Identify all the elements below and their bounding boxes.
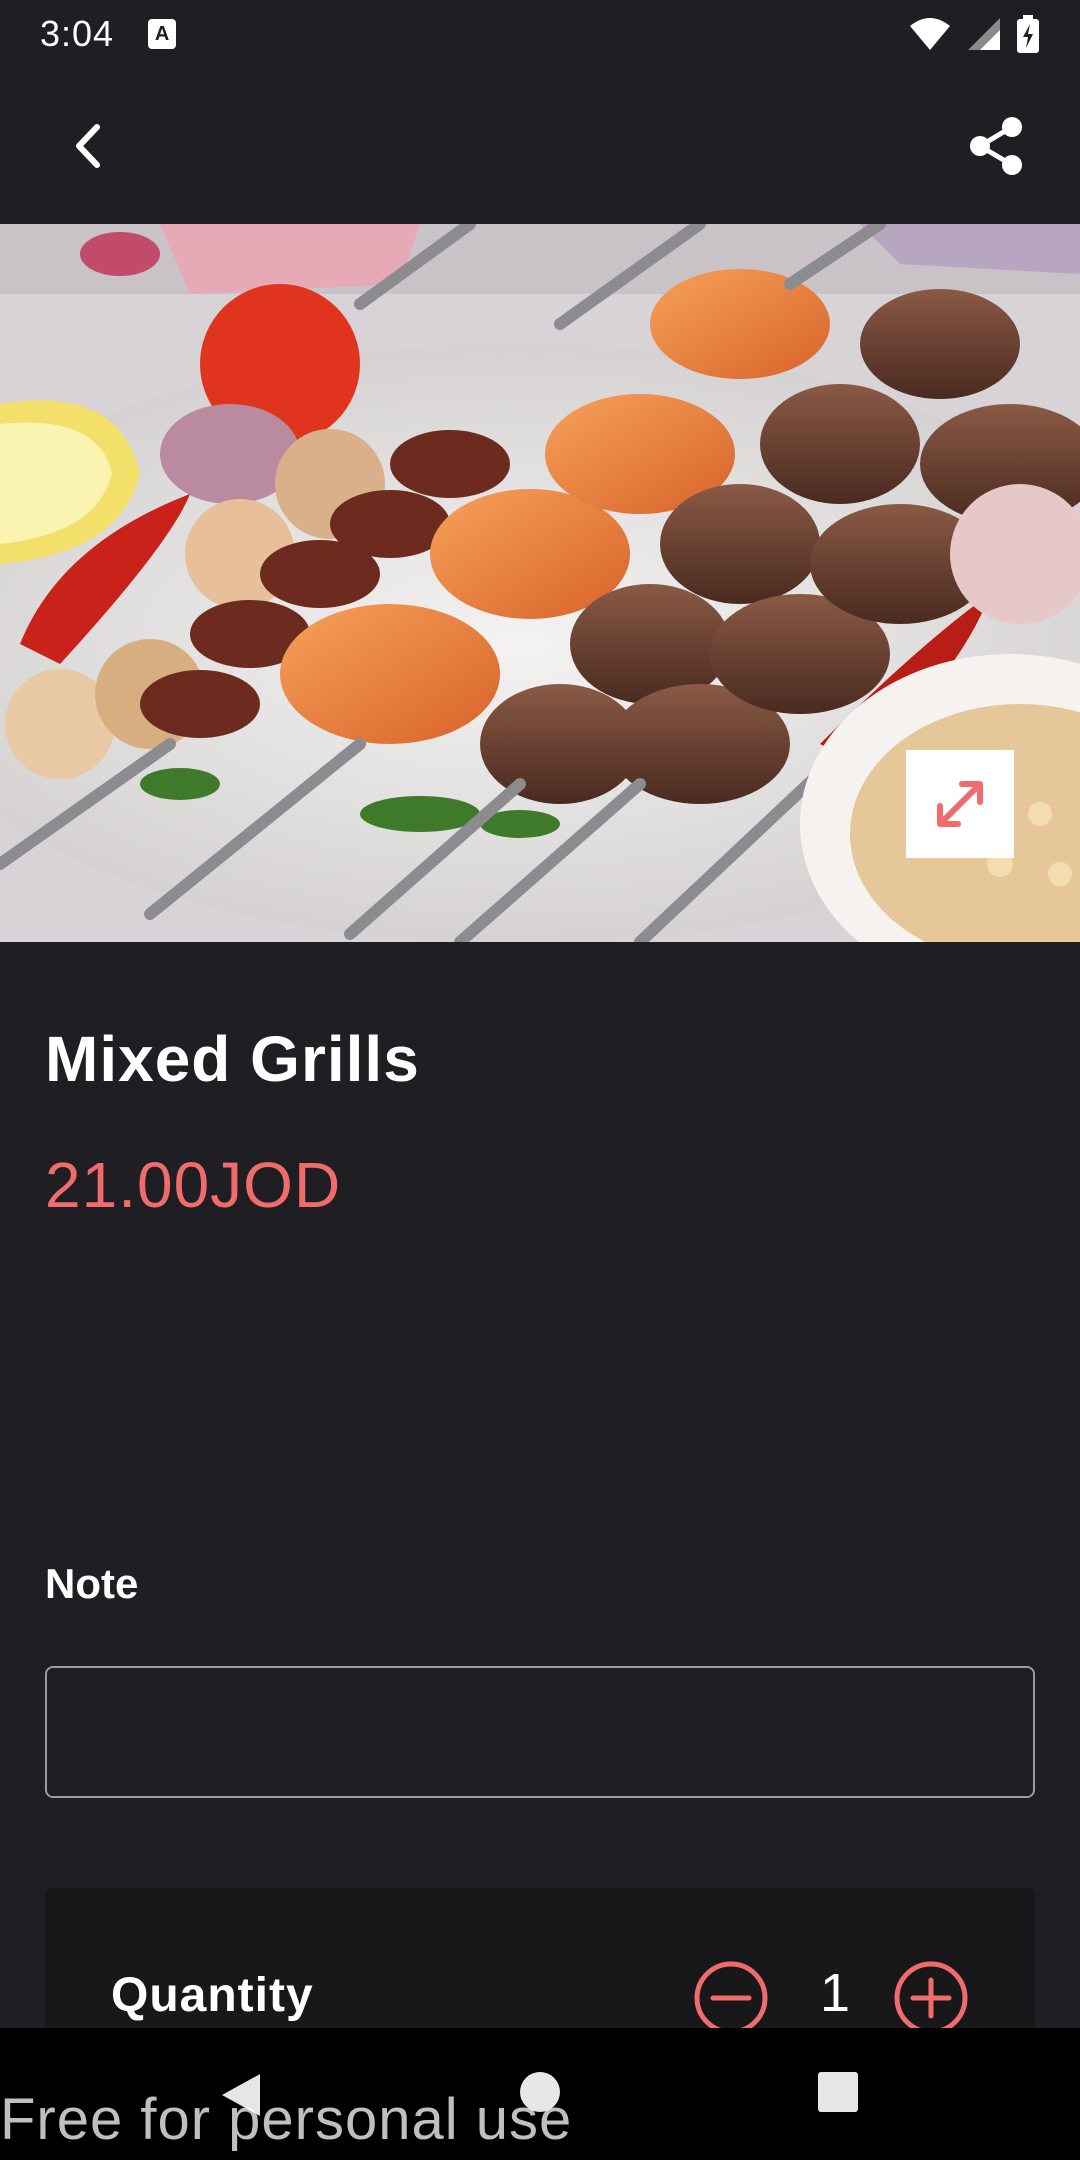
share-icon — [970, 117, 1022, 175]
note-label: Note — [45, 1560, 139, 1607]
note-input[interactable] — [45, 1666, 1035, 1798]
app-bar — [0, 68, 1080, 224]
expand-image-button[interactable] — [906, 750, 1014, 858]
item-title: Mixed Grills — [45, 1023, 420, 1095]
item-price: 21.00JOD — [45, 1149, 342, 1221]
signal-icon — [968, 18, 1000, 50]
wifi-icon — [910, 18, 950, 50]
battery-charging-icon — [1017, 15, 1039, 53]
increase-quantity-button[interactable] — [893, 1960, 969, 2036]
quantity-value: 1 — [819, 1963, 851, 2023]
expand-arrows-icon — [937, 781, 983, 827]
status-icons — [908, 15, 1040, 53]
product-detail-screen: 3:04 A Mixed Grills 21.00JOD Note Quanti… — [0, 0, 1080, 2160]
decrease-quantity-button[interactable] — [693, 1960, 769, 2036]
chevron-left-icon — [76, 124, 100, 168]
product-image[interactable] — [0, 224, 1080, 942]
share-button[interactable] — [962, 112, 1030, 180]
back-button[interactable] — [58, 116, 118, 176]
plus-circle-icon — [894, 1961, 968, 2035]
status-time: 3:04 — [40, 13, 115, 54]
minus-circle-icon — [694, 1961, 768, 2035]
nav-recents-icon[interactable] — [818, 2072, 858, 2112]
notification-badge-icon: A — [148, 19, 177, 49]
status-bar: 3:04 A — [0, 0, 1080, 68]
quantity-label: Quantity — [111, 1969, 314, 2022]
watermark-text: Free for personal use — [0, 2087, 573, 2152]
